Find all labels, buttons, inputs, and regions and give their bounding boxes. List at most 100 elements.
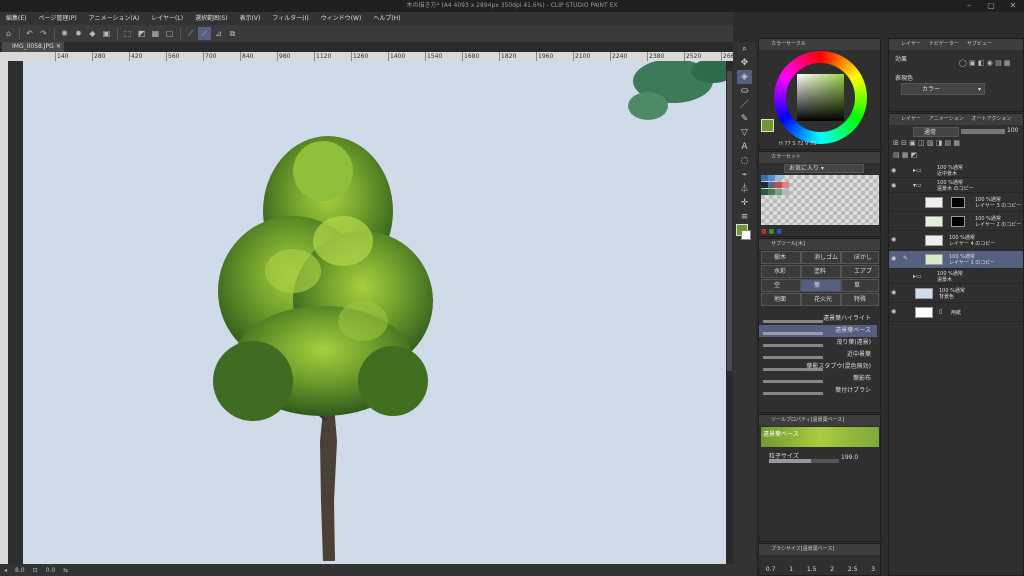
menu-help[interactable]: ヘルプ(H) bbox=[367, 12, 406, 25]
eye-icon[interactable]: ◉ bbox=[891, 255, 896, 262]
zoom-out-icon[interactable]: ◂ bbox=[4, 567, 7, 574]
snap-ruler-icon[interactable]: ⟋ bbox=[184, 27, 197, 40]
canvas-settings-icon[interactable]: ⧉ bbox=[226, 27, 239, 40]
line-tool-icon[interactable]: ／ bbox=[737, 98, 752, 112]
close-tab-icon[interactable]: ✕ bbox=[56, 42, 61, 52]
layer-row[interactable]: ◉ 100 %通常 背景色 bbox=[889, 285, 1023, 303]
subtool-group-sky[interactable]: 空 bbox=[761, 279, 801, 292]
particle-size-slider[interactable] bbox=[769, 459, 839, 463]
expand-selection-icon[interactable]: ▢ bbox=[163, 27, 176, 40]
rotate-value[interactable]: 0.0 bbox=[46, 567, 56, 574]
eye-icon[interactable]: ◉ bbox=[891, 308, 896, 315]
subtool-group-leaf[interactable]: 葉 bbox=[801, 279, 841, 292]
gradient-tool-icon[interactable]: ⏃ bbox=[737, 182, 752, 196]
zoom-value[interactable]: 8.0 bbox=[15, 567, 25, 574]
redo-icon[interactable]: ↷ bbox=[37, 27, 50, 40]
opacity-value[interactable]: 100 bbox=[1007, 127, 1018, 134]
menu-window[interactable]: ウィンドウ(W) bbox=[315, 12, 368, 25]
fill-icon[interactable]: ◆ bbox=[86, 27, 99, 40]
layer-row-selected[interactable]: ◉ ✎ 100 %通常 レイヤー 1 のコピー bbox=[889, 251, 1023, 269]
zoom-tool-icon[interactable]: ⌕ bbox=[737, 42, 752, 56]
layer-row[interactable]: ◉ ▯ 用紙 bbox=[889, 304, 1023, 322]
subtool-group-watercolor[interactable]: 水彩 bbox=[761, 265, 801, 278]
subtool-group-eraser[interactable]: 消しゴム bbox=[801, 251, 841, 264]
close-button[interactable]: ✕ bbox=[1002, 0, 1024, 12]
move-tool-icon[interactable]: ✥ bbox=[737, 56, 752, 70]
brush-size-option[interactable]: 1.5 bbox=[807, 566, 817, 573]
subtool-group-paint[interactable]: 塗料 bbox=[801, 265, 841, 278]
menu-selection[interactable]: 選択範囲(S) bbox=[189, 12, 234, 25]
eye-icon[interactable]: ◉ bbox=[891, 289, 896, 296]
select-all-icon[interactable]: ▦ bbox=[149, 27, 162, 40]
document-tab[interactable]: IMG_0058.JPG ✕ bbox=[2, 42, 64, 52]
undo-icon[interactable]: ↶ bbox=[23, 27, 36, 40]
subtool-group-grass[interactable]: 草 bbox=[841, 279, 879, 292]
effect-icons[interactable]: ◯ ▣ ◧ ◉ ▤ ▦ bbox=[959, 59, 1011, 67]
drawing-canvas[interactable] bbox=[23, 61, 726, 564]
tab-animation[interactable]: アニメーション bbox=[929, 114, 964, 125]
subtool-group-airbrush[interactable]: エアブラシ bbox=[841, 265, 879, 287]
color-swatch-grid[interactable] bbox=[761, 175, 879, 225]
text-tool-icon[interactable]: A bbox=[737, 140, 752, 154]
layer-toolbar-icons-2[interactable]: ▤ ▦ ◩ bbox=[893, 151, 917, 159]
decoration-tool-icon[interactable]: ▽ bbox=[737, 126, 752, 140]
menu-edit[interactable]: 編集(E) bbox=[0, 12, 32, 25]
expression-color-dropdown[interactable]: カラー ▾ bbox=[901, 83, 985, 95]
transform-icon[interactable]: ▣ bbox=[100, 27, 113, 40]
menu-view[interactable]: 表示(V) bbox=[234, 12, 267, 25]
maximize-button[interactable]: ▢ bbox=[980, 0, 1002, 12]
layer-row[interactable]: ◉ 100 %通常 レイヤー 4 のコピー bbox=[889, 232, 1023, 250]
brush-size-option[interactable]: 3 bbox=[871, 566, 875, 573]
snap-special-ruler-icon[interactable]: ⟋ bbox=[198, 27, 211, 40]
layer-toolbar-icons[interactable]: ⊞ ⊟ ▣ ◫ ▨ ◨ ▤ ▦ bbox=[893, 139, 960, 147]
hue-ring[interactable] bbox=[774, 51, 867, 144]
clear-outside-icon[interactable]: ✹ bbox=[72, 27, 85, 40]
deselect-icon[interactable]: ⬚ bbox=[121, 27, 134, 40]
snap-grid-icon[interactable]: ⊿ bbox=[212, 27, 225, 40]
subtool-group-special[interactable]: 特殊 bbox=[841, 293, 879, 306]
current-color-chip[interactable] bbox=[761, 119, 774, 132]
pen-tool-icon[interactable]: ✎ bbox=[737, 112, 752, 126]
menu-filter[interactable]: フィルター(I) bbox=[266, 12, 314, 25]
eyedropper-tool-icon[interactable]: ⌁ bbox=[737, 168, 752, 182]
subtool-group-blur[interactable]: ぼかし bbox=[841, 251, 879, 264]
sub-color-chip[interactable] bbox=[741, 230, 751, 240]
tab-navigator[interactable]: ナビゲーター bbox=[929, 39, 959, 50]
layer-row[interactable]: 100 %通常 レイヤー 2 のコピー bbox=[889, 213, 1023, 231]
flip-icon[interactable]: ⇆ bbox=[63, 567, 68, 574]
app-menu-icon[interactable]: ⌂ bbox=[2, 27, 15, 40]
fill-tool-icon[interactable]: ◈ bbox=[737, 70, 752, 84]
lasso-tool-icon[interactable]: ◌ bbox=[737, 154, 752, 168]
subtool-group-fireworks[interactable]: 花火光 bbox=[801, 293, 841, 306]
brush-size-option[interactable]: 2.5 bbox=[848, 566, 858, 573]
eye-icon[interactable]: ◉ bbox=[891, 236, 896, 243]
tab-subview[interactable]: サブビュー bbox=[967, 39, 992, 50]
layer-row[interactable]: ▸▭ 100 %通常 遠景木 bbox=[889, 270, 1023, 284]
tab-layer-property[interactable]: レイヤー bbox=[901, 39, 921, 50]
eye-icon[interactable]: ◉ bbox=[891, 182, 896, 189]
menu-animation[interactable]: アニメーション(A) bbox=[83, 12, 146, 25]
clear-icon[interactable]: ✺ bbox=[58, 27, 71, 40]
subtool-group-tree[interactable]: 樹木 bbox=[761, 251, 801, 264]
blend-mode-dropdown[interactable]: 通常 bbox=[913, 127, 959, 137]
color-set-dropdown[interactable]: お気に入り ▾ bbox=[784, 164, 864, 173]
particle-size-value[interactable]: 199.0 bbox=[841, 454, 858, 461]
subtool-group-ground[interactable]: 地面 bbox=[761, 293, 801, 306]
tab-auto-action[interactable]: オートアクション bbox=[972, 114, 1012, 125]
fit-icon[interactable]: ⊡ bbox=[33, 567, 38, 574]
brush-size-option[interactable]: 0.7 bbox=[766, 566, 776, 573]
brush-size-option[interactable]: 1 bbox=[789, 566, 793, 573]
tab-layer[interactable]: レイヤー bbox=[901, 114, 921, 125]
eye-icon[interactable]: ◉ bbox=[891, 167, 896, 174]
operation-tool-icon[interactable]: ✛ bbox=[737, 196, 752, 210]
menu-layer[interactable]: レイヤー(L) bbox=[145, 12, 189, 25]
minimize-button[interactable]: – bbox=[958, 0, 980, 12]
menu-page[interactable]: ページ管理(P) bbox=[32, 12, 82, 25]
opacity-slider[interactable] bbox=[961, 129, 1005, 134]
layer-row[interactable]: 100 %通常 レイヤー 3 のコピー bbox=[889, 194, 1023, 212]
saturation-value-square[interactable] bbox=[797, 74, 844, 121]
canvas-vertical-scrollbar[interactable] bbox=[726, 61, 733, 564]
ruler-tool-icon[interactable]: ≡ bbox=[737, 210, 752, 224]
layer-row[interactable]: ◉ ▸▭ 100 %通常 近中景木 bbox=[889, 164, 1023, 178]
layer-row[interactable]: ◉ ▾▭ 100 %通常 遠景木 のコピー bbox=[889, 179, 1023, 193]
